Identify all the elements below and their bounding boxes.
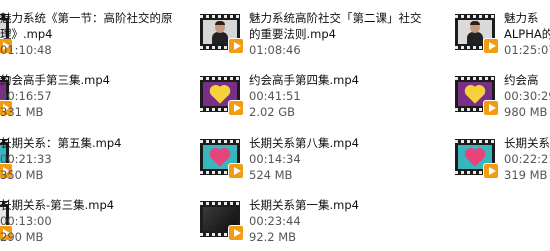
file-name: 约会高 (504, 73, 539, 87)
file-item[interactable]: 约会高 00:30:29 980 MB (455, 70, 550, 120)
file-item[interactable]: 魅力系统高阶社交「第二课」社交 的重要法则.mp4 01:08:46 (200, 8, 430, 58)
video-thumbnail-icon (455, 76, 499, 116)
file-item[interactable]: 长期关系：第五集.mp4 00:21:33 350 MB (0, 133, 149, 183)
video-thumbnail-icon (200, 76, 244, 116)
file-item[interactable]: 长期关系第八集.mp4 00:14:34 524 MB (200, 133, 430, 183)
file-name: 长期关系 (504, 136, 550, 150)
file-name: 长期关系-第三集.mp4 (0, 198, 115, 212)
file-item[interactable]: 长期关系 00:22:21 319 MB (455, 133, 550, 183)
file-name-line1: 魅力系 (504, 11, 539, 25)
video-thumbnail-icon (455, 139, 499, 179)
file-item[interactable]: 长期关系第一集.mp4 00:23:44 92.2 MB (200, 195, 430, 245)
file-name-line2: 理》.mp4 (0, 27, 53, 41)
file-item[interactable]: 魅力系统《第一节：高阶社交的原 理》.mp4 01:10:48 (0, 8, 173, 58)
file-duration: 01:25:07 (504, 43, 550, 57)
file-duration: 00:30:29 (504, 89, 550, 103)
file-size: 92.2 MB (249, 230, 297, 244)
file-duration: 01:08:46 (249, 43, 301, 57)
file-item[interactable]: 约会高手第四集.mp4 00:41:51 2.02 GB (200, 70, 430, 120)
video-thumbnail-icon (455, 14, 499, 54)
file-item[interactable]: 魅力系 ALPHA的 01:25:07 (455, 8, 550, 58)
file-duration: 01:10:48 (0, 43, 52, 57)
play-badge-icon (228, 100, 244, 116)
file-size: 319 MB (504, 168, 548, 182)
file-size: 350 MB (0, 168, 44, 182)
file-name: 长期关系第一集.mp4 (249, 198, 359, 212)
file-duration: 00:13:00 (0, 214, 52, 228)
play-badge-icon (483, 38, 499, 54)
file-size: 524 MB (249, 168, 293, 182)
file-size: 290 MB (0, 230, 44, 244)
file-name-line1: 魅力系统《第一节：高阶社交的原 (0, 11, 173, 25)
file-duration: 00:14:34 (249, 152, 301, 166)
file-item[interactable]: 约会高手第三集.mp4 00:16:57 331 MB (0, 70, 149, 120)
file-size: 980 MB (504, 105, 548, 119)
file-name: 约会高手第四集.mp4 (249, 73, 359, 87)
file-duration: 00:22:21 (504, 152, 550, 166)
file-name: 长期关系第八集.mp4 (249, 136, 359, 150)
play-badge-icon (228, 38, 244, 54)
file-duration: 00:16:57 (0, 89, 52, 103)
video-thumbnail-icon (200, 14, 244, 54)
play-badge-icon (228, 163, 244, 179)
file-duration: 00:23:44 (249, 214, 301, 228)
file-duration: 00:21:33 (0, 152, 52, 166)
file-duration: 00:41:51 (249, 89, 301, 103)
file-item[interactable]: 长期关系-第三集.mp4 00:13:00 290 MB (0, 195, 149, 245)
play-badge-icon (483, 100, 499, 116)
file-size: 2.02 GB (249, 105, 296, 119)
file-name: 约会高手第三集.mp4 (0, 73, 110, 87)
file-name: 长期关系：第五集.mp4 (0, 136, 122, 150)
file-size: 331 MB (0, 105, 44, 119)
video-thumbnail-icon (200, 139, 244, 179)
play-badge-icon (228, 225, 244, 241)
file-name-line2: 的重要法则.mp4 (249, 27, 336, 41)
video-thumbnail-icon (200, 201, 244, 241)
play-badge-icon (483, 163, 499, 179)
file-name-line1: 魅力系统高阶社交「第二课」社交 (249, 11, 422, 25)
file-name-line2: ALPHA的 (504, 27, 550, 41)
